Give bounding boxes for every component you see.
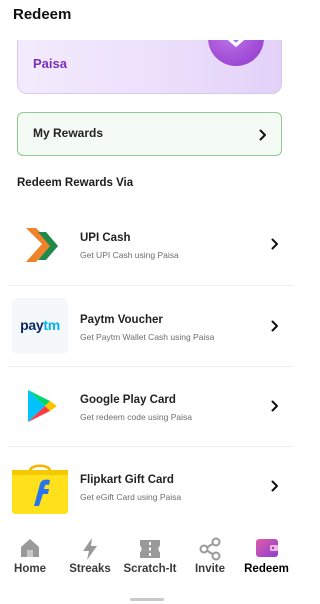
nav-label-invite: Invite [194,563,226,575]
flipkart-logo-icon [12,458,68,514]
my-rewards-button[interactable]: My Rewards [17,112,282,156]
chevron-right-icon [271,320,278,332]
wallet-icon [255,539,278,557]
option-subtitle: Get eGift Card using Paisa [80,492,182,502]
chevron-right-icon [271,238,278,250]
section-title: Redeem Rewards Via [17,177,134,189]
option-title: Flipkart Gift Card [80,474,174,486]
option-paytm-voucher[interactable]: paytm Paytm Voucher Get Paytm Wallet Cas… [0,286,293,366]
ticket-icon [140,540,160,558]
nav-label-scratch-it: Scratch-It [123,563,177,575]
paisa-label: Paisa [33,56,67,71]
nav-label-home: Home [14,563,46,575]
chevron-right-icon [271,400,278,412]
my-rewards-label: My Rewards [33,126,104,140]
paytm-logo-icon: paytm [12,298,68,354]
upi-logo-icon [12,216,68,272]
chevron-right-icon [259,129,266,141]
nav-item-invite[interactable]: Invite [180,523,240,589]
page-title: Redeem [13,6,72,23]
home-indicator [130,598,164,601]
option-upi-cash[interactable]: UPI Cash Get UPI Cash using Paisa [0,204,293,284]
chevron-down-icon [227,40,245,47]
app-header: Redeem [0,0,293,40]
option-flipkart-gift-card[interactable]: Flipkart Gift Card Get eGift Card using … [0,446,293,526]
option-title: Google Play Card [80,394,176,406]
nav-item-home[interactable]: Home [0,523,60,589]
nav-item-redeem[interactable]: Redeem [240,523,293,589]
paisa-coin-graphic [208,40,264,66]
option-title: UPI Cash [80,232,131,244]
nav-label-streaks: Streaks [69,563,111,575]
option-subtitle: Get redeem code using Paisa [80,412,192,422]
bottom-navigation: Home Streaks Scratch-It Invite Redeem [0,523,293,589]
paisa-balance-card: Paisa [17,40,282,94]
share-icon [199,537,221,561]
lightning-icon [83,538,97,560]
nav-label-redeem: Redeem [244,563,289,575]
home-icon [21,539,39,557]
google-play-logo-icon [12,378,68,434]
nav-item-streaks[interactable]: Streaks [60,523,120,589]
option-title: Paytm Voucher [80,314,163,326]
option-google-play-card[interactable]: Google Play Card Get redeem code using P… [0,366,293,446]
option-subtitle: Get Paytm Wallet Cash using Paisa [80,332,215,342]
nav-item-scratch-it[interactable]: Scratch-It [120,523,180,589]
chevron-right-icon [271,480,278,492]
option-subtitle: Get UPI Cash using Paisa [80,250,179,260]
